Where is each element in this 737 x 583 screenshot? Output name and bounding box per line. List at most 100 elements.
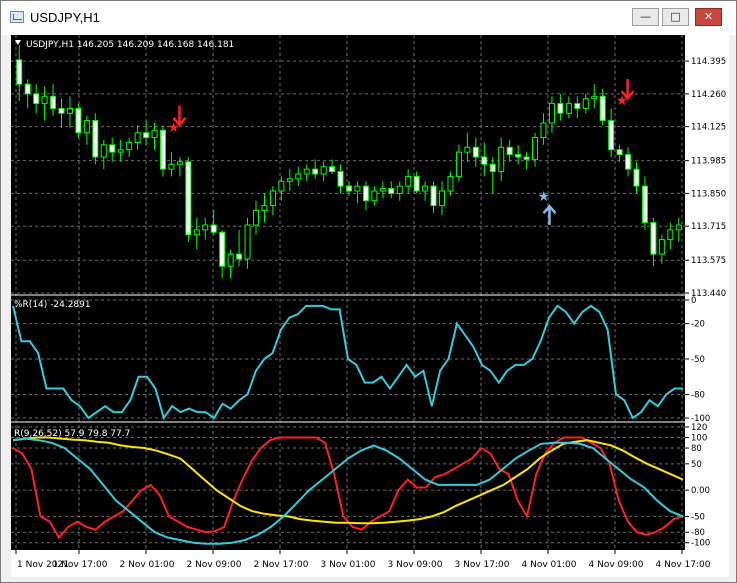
candle-body <box>379 188 386 192</box>
candle-body <box>244 224 251 260</box>
candle-body <box>498 146 505 173</box>
y-tick-label: 114.395 <box>691 57 726 67</box>
y-tick-label: -80 <box>691 528 705 538</box>
y-tick-label: 50 <box>691 460 702 470</box>
y-tick-label: 0.00 <box>691 486 710 496</box>
y-tick-label: -50 <box>691 355 705 365</box>
candle-body <box>574 103 581 109</box>
candle-body <box>126 141 133 151</box>
chart-svg: ★ ★ ★ USDJPY,H1 146.205 146.209 146.168 14… <box>11 35 685 550</box>
candle-body <box>565 103 572 114</box>
candle-body <box>117 149 124 153</box>
candle-body <box>50 95 57 109</box>
sell-arrow-icon: ★ <box>167 105 187 136</box>
candle-body <box>439 190 446 207</box>
x-tick-label: 4 Nov 01:00 <box>522 560 577 570</box>
y-tick-label: 113.715 <box>691 222 726 232</box>
candle-body <box>210 224 217 233</box>
candle-body <box>295 173 302 180</box>
candle-body <box>329 166 336 173</box>
indicator-line-cyan <box>12 437 684 545</box>
candle-body <box>557 103 564 114</box>
candle-body <box>261 205 268 211</box>
x-tick-label: 3 Nov 17:00 <box>455 560 510 570</box>
candle-body <box>430 185 437 207</box>
y-tick-label: -100 <box>691 539 710 549</box>
candle-body <box>396 185 403 194</box>
candle-body <box>515 154 522 158</box>
candle-body <box>548 103 555 124</box>
y-tick-label: 113.575 <box>691 256 726 266</box>
candle-body <box>599 95 606 122</box>
candle-body <box>506 146 513 156</box>
chart-area[interactable]: ★ ★ ★ USDJPY,H1 146.205 146.209 146.168 14… <box>11 35 685 550</box>
x-tick-label: 2 Nov 17:00 <box>254 560 309 570</box>
candle-body <box>633 168 640 187</box>
candle-body <box>33 93 40 105</box>
minimize-button[interactable]: — <box>632 8 659 26</box>
candle-body <box>202 224 209 231</box>
close-button[interactable]: ✕ <box>695 8 722 26</box>
x-tick-label: 3 Nov 09:00 <box>388 560 443 570</box>
candle-body <box>591 95 598 100</box>
x-tick-label: 4 Nov 09:00 <box>589 560 644 570</box>
candle-body <box>134 132 141 143</box>
candle-body <box>532 137 539 160</box>
buy-arrow-icon: ★ <box>537 189 557 226</box>
x-tick-label: 4 Nov 17:00 <box>656 560 711 570</box>
y-ticks: 114.395 114.260 114.125 113.985 113.850 113.7… <box>685 57 726 549</box>
candle-body <box>641 185 648 224</box>
candle-body <box>405 175 412 187</box>
y-tick-label: 80 <box>691 444 702 454</box>
candle-body <box>312 168 319 175</box>
time-axis-svg: 1 Nov 20211 Nov 17:00 2 Nov 01:00 2 Nov 09… <box>15 550 711 570</box>
wpr-panel-header: %R(14) -24.2891 <box>14 300 91 310</box>
y-tick-label: 113.985 <box>691 157 726 167</box>
minimize-icon: — <box>640 10 651 23</box>
candle-body <box>422 185 429 192</box>
candle-body <box>582 98 589 109</box>
candle-body <box>269 190 276 207</box>
candle-body <box>608 120 615 151</box>
candle-body <box>168 163 175 170</box>
candle-body <box>658 239 665 255</box>
candle-body <box>83 120 90 134</box>
candle-body <box>371 190 378 202</box>
candle-body <box>675 224 682 231</box>
chart-window: USDJPY,H1 — □ ✕ ★ ★ ★ USDJPY,H1 146.205 14… <box>0 0 737 583</box>
candle-body <box>151 129 158 139</box>
candle-body <box>24 83 31 95</box>
y-tick-label: -80 <box>691 390 705 400</box>
y-tick-label: -20 <box>691 320 705 330</box>
candle-body <box>41 95 48 105</box>
x-tick-label: 2 Nov 09:00 <box>187 560 242 570</box>
candle-body <box>337 171 344 187</box>
wpr-line <box>12 304 683 421</box>
y-tick-label: 0 <box>691 296 696 306</box>
title-bar[interactable]: USDJPY,H1 — □ ✕ <box>1 1 736 35</box>
main-panel-header: USDJPY,H1 146.205 146.209 146.168 146.18… <box>26 40 234 50</box>
candle-body <box>388 188 395 194</box>
maximize-button[interactable]: □ <box>662 8 689 26</box>
buy-arrow-shape <box>542 204 557 226</box>
price-axis[interactable]: 114.395 114.260 114.125 113.985 113.850 113.7… <box>685 35 729 550</box>
candle-body <box>58 107 65 114</box>
candle-body <box>362 185 369 202</box>
chart-window-icon <box>10 11 24 23</box>
time-axis[interactable]: 1 Nov 2021 1 Nov 17:00 2 Nov 01:00 2 Nov 09… <box>11 550 729 577</box>
candle-body <box>464 146 471 153</box>
candle-body <box>109 144 116 153</box>
trade-marks: ★ ★ ★ <box>167 79 635 226</box>
sell-star-icon: ★ <box>167 120 180 136</box>
candle-body <box>481 156 488 165</box>
price-axis-svg: 114.395 114.260 114.125 113.985 113.850 113.7… <box>685 57 726 549</box>
y-tick-label: 113.850 <box>691 189 726 199</box>
candle-body <box>227 253 234 267</box>
close-icon: ✕ <box>703 10 714 23</box>
candle-body <box>219 231 226 267</box>
candle-body <box>413 175 420 192</box>
candle-body <box>540 122 547 139</box>
candle-body <box>185 161 192 236</box>
y-tick-label: 114.125 <box>691 123 726 133</box>
sell-star-icon: ★ <box>616 93 629 109</box>
